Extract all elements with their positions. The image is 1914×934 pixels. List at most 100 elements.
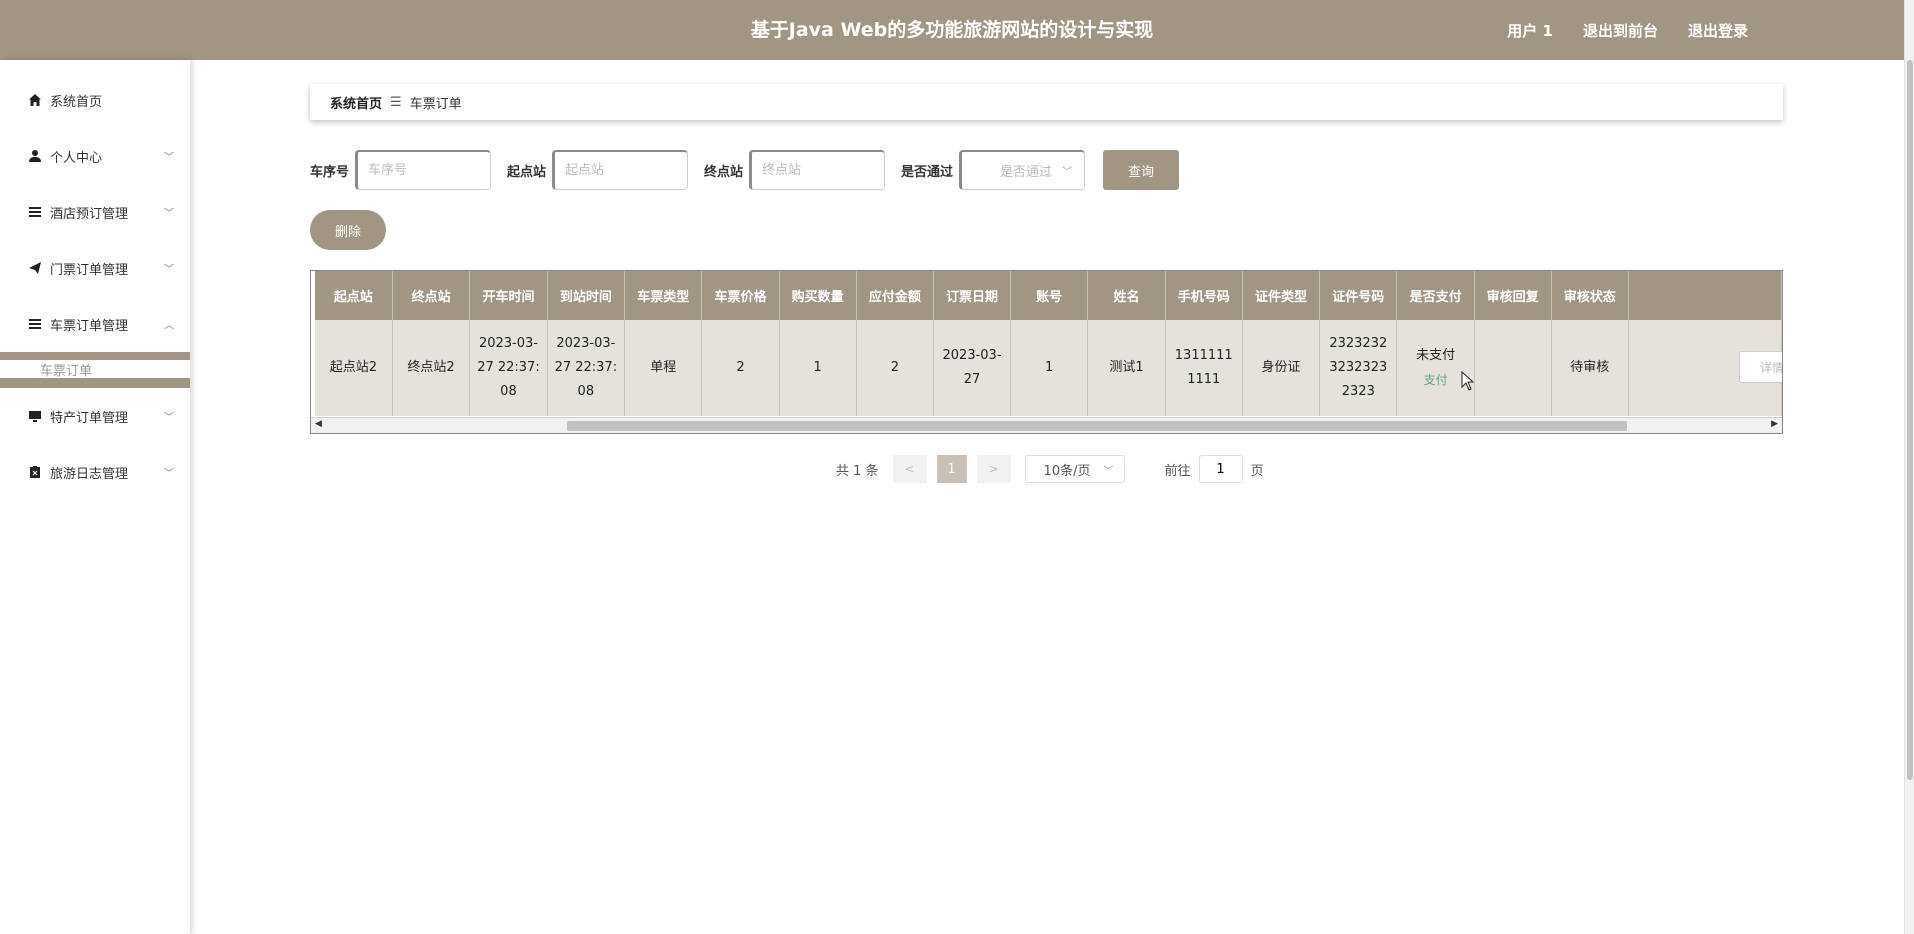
col-header[interactable]: 审核状态: [1551, 271, 1629, 320]
page-size-select[interactable]: 10条/页 ﹀: [1024, 455, 1125, 483]
col-header[interactable]: 手机号码: [1165, 271, 1243, 320]
car-no-input[interactable]: [355, 150, 492, 190]
scroll-left-icon[interactable]: ◀: [315, 419, 322, 429]
chevron-down-icon: ﹀: [1103, 465, 1114, 477]
col-header[interactable]: 车票类型: [624, 271, 703, 320]
chevron-down-icon: ﹀: [164, 152, 174, 164]
home-icon: [28, 93, 42, 107]
chevron-down-icon: ﹀: [164, 208, 174, 220]
chevron-down-icon: ﹀: [164, 468, 174, 480]
next-page-button[interactable]: >: [976, 455, 1011, 483]
col-header[interactable]: 证件号码: [1319, 271, 1398, 320]
cell-name: 测试1: [1087, 320, 1166, 416]
sidebar-subitem-train-tickets[interactable]: 车票订单: [0, 352, 190, 388]
query-button[interactable]: 查询: [1103, 150, 1180, 190]
sidebar-item-travel-logs[interactable]: 旅游日志管理 ﹀: [0, 444, 190, 500]
logout-link[interactable]: 退出登录: [1688, 20, 1748, 41]
sidebar-item-label: 车票订单管理: [50, 318, 129, 334]
cell-id-number: 232323232323232323: [1319, 320, 1398, 416]
sidebar: 系统首页 个人中心 ﹀ 酒店预订管理 ﹀ 门票订单管理 ﹀ 车票订单管理 ︿ 车…: [0, 60, 190, 934]
col-header[interactable]: 开车时间: [469, 271, 548, 320]
delete-button[interactable]: 删除: [310, 210, 386, 250]
sidebar-item-train-ticket-orders[interactable]: 车票订单管理 ︿: [0, 296, 190, 352]
pay-link[interactable]: 支付: [1403, 368, 1467, 392]
end-station-label: 终点站: [704, 164, 744, 180]
sidebar-item-home[interactable]: 系统首页: [0, 72, 190, 128]
top-header: 基于Java Web的多功能旅游网站的设计与实现 用户 1 退出到前台 退出登录: [0, 0, 1904, 60]
col-header[interactable]: 证件类型: [1242, 271, 1321, 320]
cell-id-type: 身份证: [1242, 320, 1321, 416]
start-station-input[interactable]: [552, 150, 689, 190]
orders-table: 起点站 终点站 开车时间 到站时间 车票类型 车票价格 购买数量 应付金额 订票…: [310, 270, 1783, 434]
orders-table-grid: 起点站 终点站 开车时间 到站时间 车票类型 车票价格 购买数量 应付金额 订票…: [315, 271, 1782, 416]
search-bar: 车序号 起点站 终点站 是否通过 是否通过 ﹀ 查询: [310, 150, 1180, 190]
cell-phone: 13111111111: [1165, 320, 1243, 416]
breadcrumb-home[interactable]: 系统首页: [330, 93, 382, 112]
cell-paid: 未支付 支付: [1396, 320, 1475, 416]
sidebar-item-hotel-orders[interactable]: 酒店预订管理 ﹀: [0, 184, 190, 240]
car-no-label: 车序号: [310, 164, 350, 180]
chevron-up-icon: ︿: [164, 320, 174, 332]
goto-page-input[interactable]: [1198, 455, 1243, 483]
col-header[interactable]: 审核回复: [1474, 271, 1552, 320]
cell-price: 2: [701, 320, 780, 416]
col-header[interactable]: 订票日期: [933, 271, 1012, 320]
col-header-actions: [1628, 271, 1782, 320]
chevron-down-icon: ﹀: [164, 264, 174, 276]
page-vertical-scrollbar[interactable]: [1904, 0, 1914, 934]
user-name-link[interactable]: 用户 1: [1507, 20, 1553, 41]
col-header[interactable]: 购买数量: [779, 271, 857, 320]
col-header[interactable]: 应付金额: [856, 271, 934, 320]
cell-order-date: 2023-03-27: [933, 320, 1012, 416]
cell-status: 待审核: [1551, 320, 1629, 416]
cell-account: 1: [1010, 320, 1089, 416]
user-icon: [28, 149, 42, 163]
scrollbar-thumb[interactable]: [1907, 60, 1913, 780]
col-header[interactable]: 到站时间: [547, 271, 626, 320]
send-icon: [28, 261, 42, 275]
mouse-cursor-icon: [1461, 371, 1475, 391]
table-horizontal-scrollbar[interactable]: ◀ ▶: [311, 417, 1782, 433]
col-header[interactable]: 车票价格: [701, 271, 780, 320]
monitor-icon: [28, 409, 42, 423]
breadcrumb-current: 车票订单: [409, 96, 462, 112]
col-header[interactable]: 是否支付: [1396, 271, 1475, 320]
col-header[interactable]: 账号: [1010, 271, 1089, 320]
col-header[interactable]: 终点站: [392, 271, 471, 320]
sidebar-item-ticket-orders[interactable]: 门票订单管理 ﹀: [0, 240, 190, 296]
cell-ticket-type: 单程: [624, 320, 703, 416]
cell-quantity: 1: [779, 320, 857, 416]
col-header[interactable]: 姓名: [1087, 271, 1166, 320]
breadcrumb: 系统首页 ☰ 车票订单: [310, 84, 1783, 120]
page-unit-label: 页: [1250, 463, 1264, 479]
sidebar-item-label: 特产订单管理: [50, 410, 129, 426]
pagination: 共 1 条 < 1 > 10条/页 ﹀ 前往 页: [836, 454, 1264, 484]
pagination-total: 共 1 条: [836, 463, 879, 479]
end-station-input[interactable]: [749, 150, 886, 190]
pass-label: 是否通过: [901, 164, 954, 180]
cell-arrive-time: 2023-03-27 22:37:08: [547, 320, 626, 416]
back-to-frontend-link[interactable]: 退出到前台: [1583, 20, 1658, 41]
paid-status: 未支付: [1416, 348, 1456, 363]
sidebar-item-personal-center[interactable]: 个人中心 ﹀: [0, 128, 190, 184]
chevron-down-icon: ﹀: [1062, 167, 1073, 178]
col-header[interactable]: 起点站: [315, 271, 393, 320]
pass-select-placeholder: 是否通过: [1000, 165, 1053, 180]
cell-reply: [1474, 320, 1552, 416]
goto-label: 前往: [1164, 463, 1191, 479]
breadcrumb-separator-icon: ☰: [390, 94, 402, 110]
sidebar-item-label: 门票订单管理: [50, 262, 129, 278]
chevron-down-icon: ﹀: [164, 412, 174, 424]
sidebar-item-specialty-orders[interactable]: 特产订单管理 ﹀: [0, 388, 190, 444]
current-page-button[interactable]: 1: [936, 455, 967, 483]
pass-select[interactable]: 是否通过 ﹀: [959, 150, 1086, 190]
sidebar-item-label: 系统首页: [50, 94, 103, 110]
cell-amount: 2: [856, 320, 934, 416]
detail-button[interactable]: 详情: [1739, 351, 1782, 383]
table-row[interactable]: 起点站2 终点站2 2023-03-27 22:37:08 2023-03-27…: [315, 320, 1782, 416]
scroll-right-icon[interactable]: ▶: [1771, 419, 1778, 429]
scrollbar-thumb[interactable]: [567, 421, 1627, 431]
table-header-row: 起点站 终点站 开车时间 到站时间 车票类型 车票价格 购买数量 应付金额 订票…: [315, 271, 1782, 320]
list-icon: [28, 205, 42, 219]
prev-page-button[interactable]: <: [892, 455, 927, 483]
